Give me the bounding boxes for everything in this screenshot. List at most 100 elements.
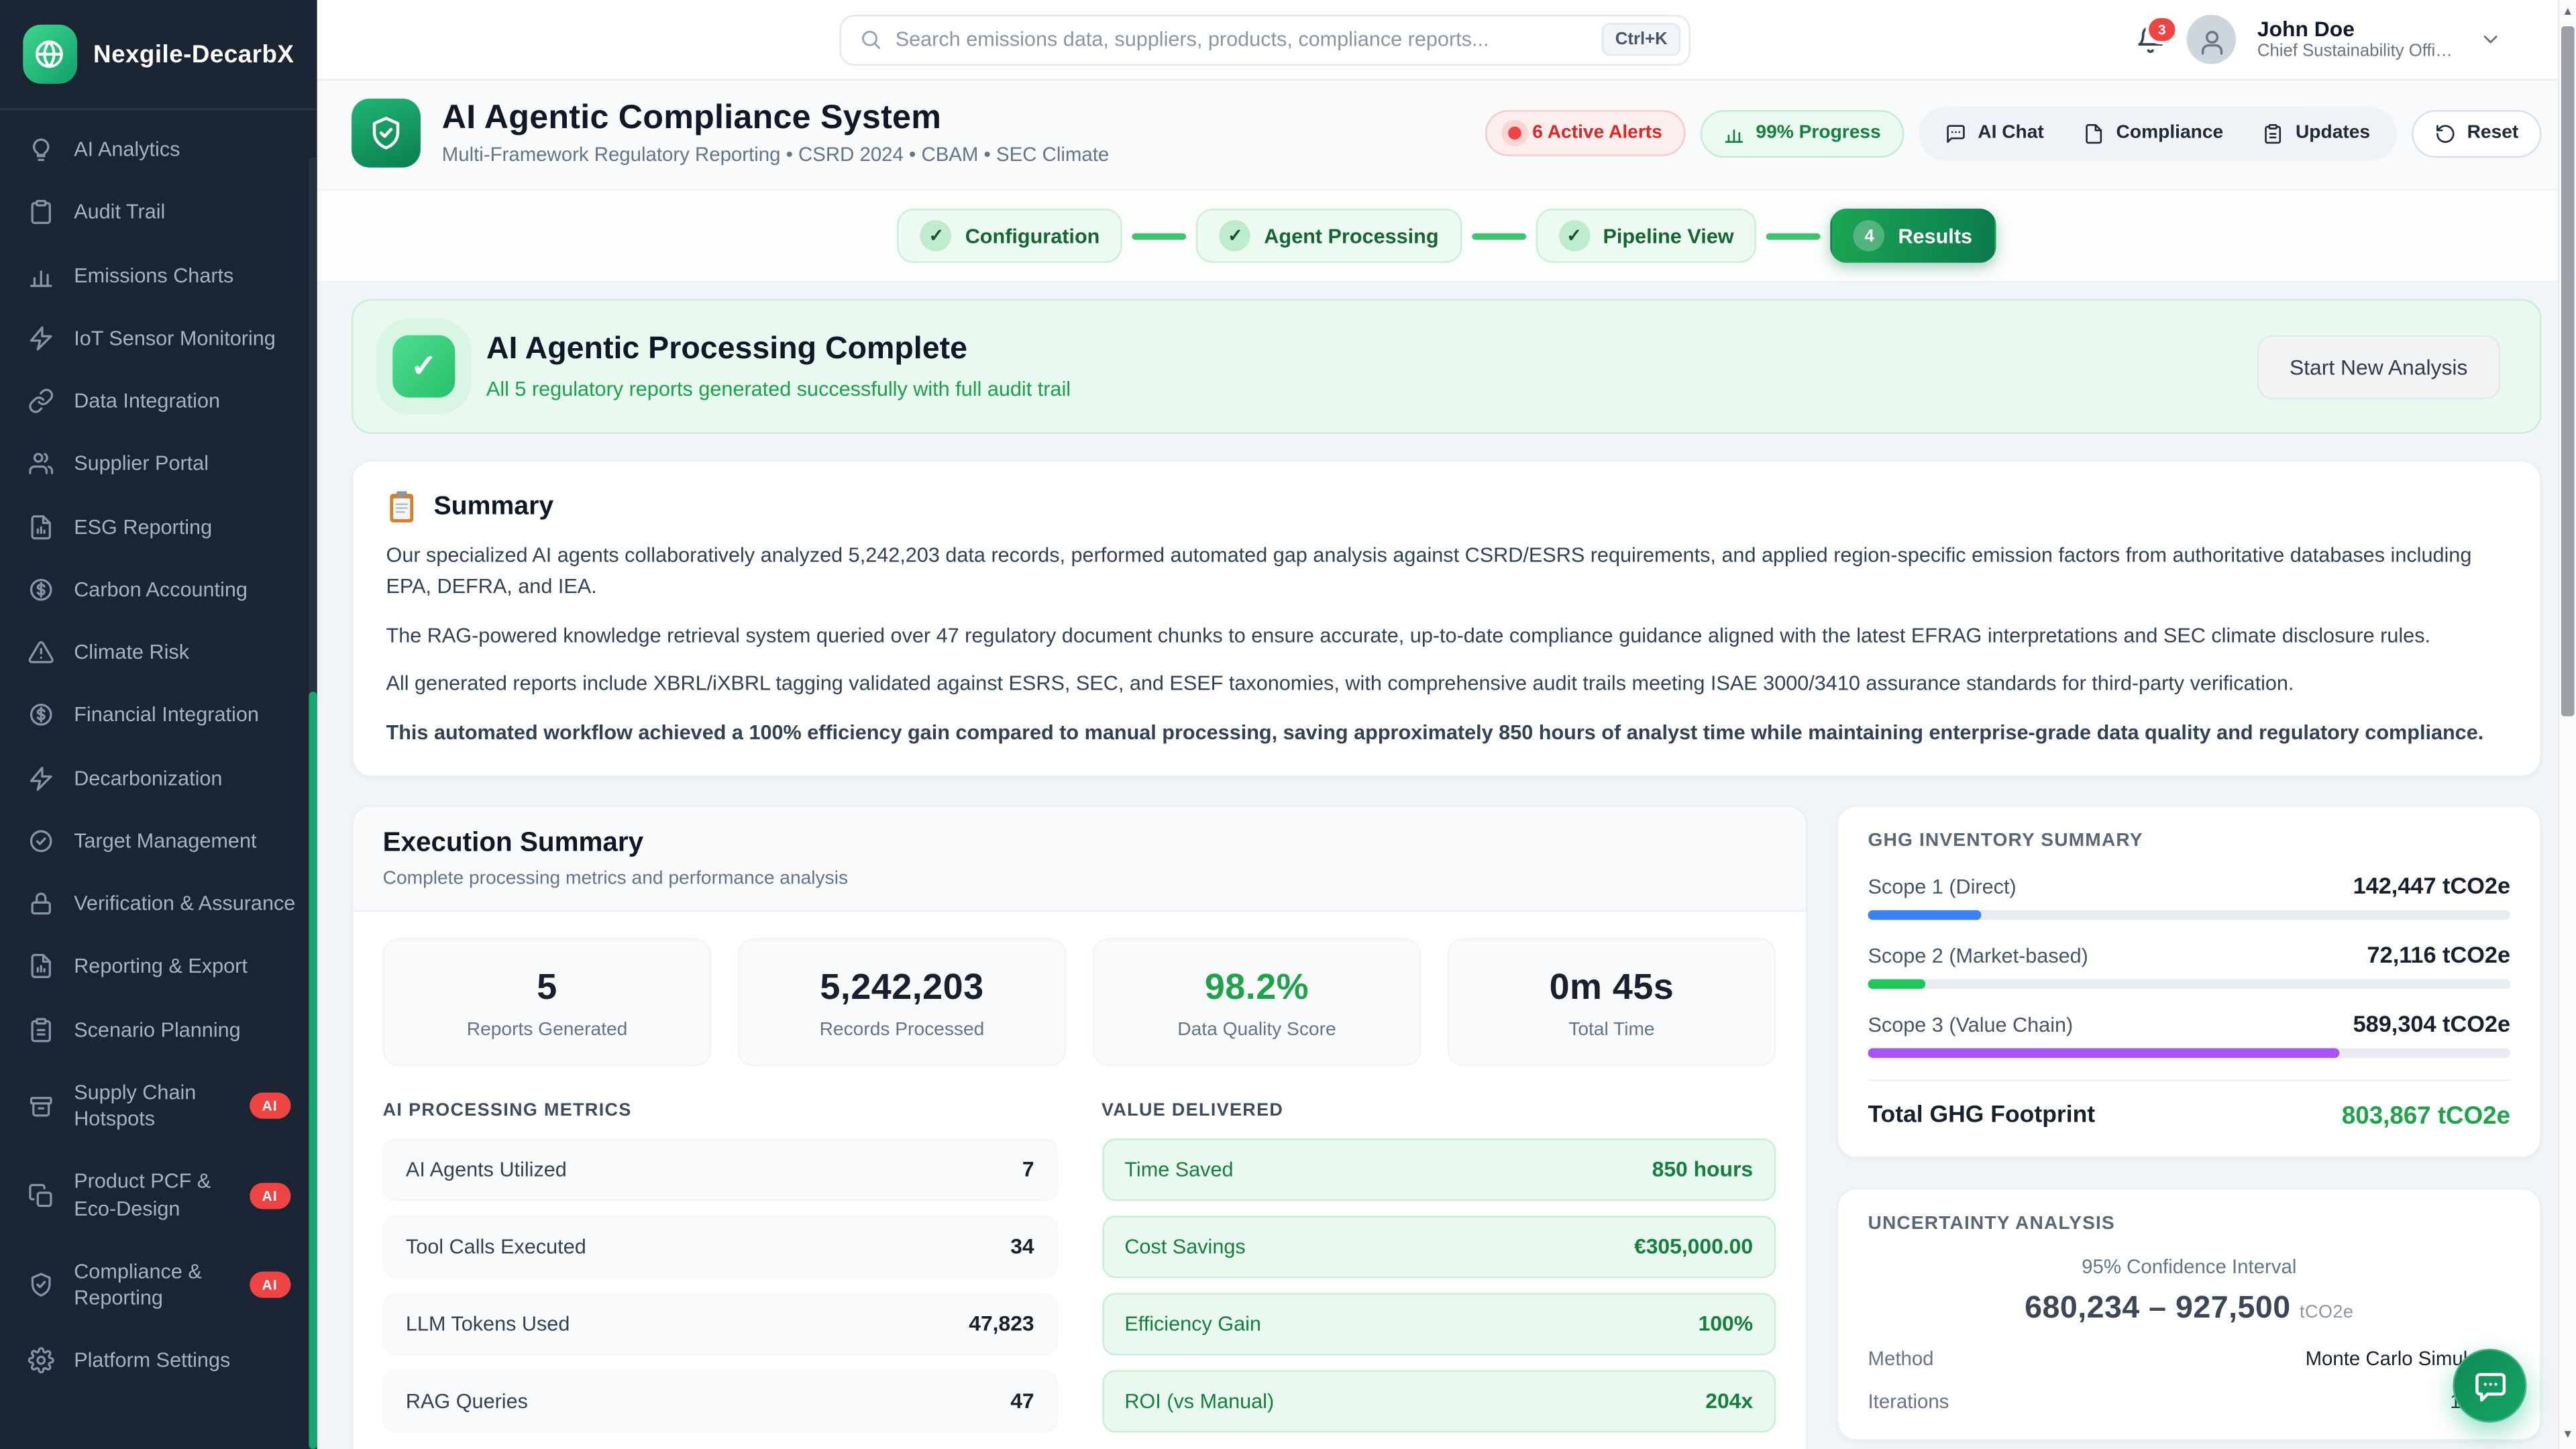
sidebar-item-label: Compliance & Reporting — [74, 1258, 229, 1311]
reset-button[interactable]: Reset — [2411, 109, 2541, 157]
range-value: 680,234 – 927,500 — [2025, 1291, 2290, 1326]
check-icon: ✓ — [392, 335, 455, 398]
sidebar-item-scenario-planning[interactable]: Scenario Planning — [0, 998, 317, 1061]
user-name: John Doe — [2257, 17, 2458, 42]
sidebar-item-esg-reporting[interactable]: ESG Reporting — [0, 495, 317, 558]
scroll-down-arrow-icon[interactable]: ▼ — [2560, 1428, 2576, 1444]
sidebar-item-iot-sensor-monitoring[interactable]: IoT Sensor Monitoring — [0, 307, 317, 370]
step-agent-processing[interactable]: ✓ Agent Processing — [1197, 209, 1462, 263]
dollar-circle-icon — [28, 576, 54, 602]
chat-fab-button[interactable] — [2453, 1349, 2526, 1423]
scope-1-progress-fill — [1868, 910, 1981, 920]
stat-value: 5,242,203 — [749, 966, 1055, 1009]
metric-label: Tool Calls Executed — [406, 1235, 586, 1258]
sidebar-item-audit-trail[interactable]: Audit Trail — [0, 181, 317, 244]
active-alerts-badge[interactable]: 6 Active Alerts — [1485, 110, 1685, 156]
shield-check-icon — [28, 1272, 54, 1298]
scope-label: Scope 3 (Value Chain) — [1868, 1014, 2073, 1036]
uncertainty-analysis-card: UNCERTAINTY ANALYSIS 95% Confidence Inte… — [1837, 1187, 2542, 1440]
lightbulb-icon — [28, 137, 54, 163]
stat-value: 98.2% — [1104, 966, 1410, 1009]
ai-chat-button[interactable]: AI Chat — [1925, 111, 2063, 155]
sidebar-item-supplier-portal[interactable]: Supplier Portal — [0, 433, 317, 496]
value-row: Efficiency Gain 100% — [1102, 1293, 1776, 1355]
users-icon — [28, 451, 54, 477]
updates-button[interactable]: Updates — [2243, 111, 2390, 155]
banner-text: AI Agentic Processing Complete All 5 reg… — [486, 332, 1071, 401]
execution-summary-title: Execution Summary — [383, 828, 1776, 859]
page-header: AI Agentic Compliance System Multi-Frame… — [317, 80, 2576, 191]
sidebar-item-target-management[interactable]: Target Management — [0, 810, 317, 873]
sidebar-scrollbar-thumb[interactable] — [309, 692, 317, 1449]
scope-2-progressbar — [1868, 979, 2510, 989]
clipboard-emoji-icon — [386, 490, 418, 524]
sidebar-item-label: Product PCF & Eco-Design — [74, 1169, 229, 1222]
ai-badge: AI — [249, 1182, 290, 1208]
sidebar-item-emissions-charts[interactable]: Emissions Charts — [0, 244, 317, 307]
banner-title: AI Agentic Processing Complete — [486, 332, 1071, 368]
sidebar-item-label: Data Integration — [74, 388, 301, 415]
sidebar-item-platform-settings[interactable]: Platform Settings — [0, 1330, 317, 1393]
file-chart-icon — [28, 953, 54, 979]
user-info[interactable]: John Doe Chief Sustainability Offic... — [2257, 17, 2458, 62]
brand-row[interactable]: Nexgile-DecarbX — [0, 0, 317, 110]
clipboard-icon — [28, 199, 54, 225]
metric-row: Tool Calls Executed 34 — [383, 1216, 1057, 1278]
value-value: €305,000.00 — [1634, 1234, 1753, 1259]
stat-data-quality-score: 98.2% Data Quality Score — [1093, 938, 1421, 1066]
step-configuration[interactable]: ✓ Configuration — [898, 209, 1122, 263]
step-label: Pipeline View — [1603, 224, 1733, 247]
ghg-inventory-card: GHG INVENTORY SUMMARY Scope 1 (Direct) 1… — [1837, 805, 2542, 1159]
start-new-analysis-button[interactable]: Start New Analysis — [2257, 334, 2500, 398]
sidebar-scrollbar[interactable] — [309, 158, 317, 1449]
avatar[interactable] — [2187, 15, 2236, 64]
confidence-interval-range: 680,234 – 927,500 tCO2e — [1868, 1291, 2510, 1328]
sidebar-item-decarbonization[interactable]: Decarbonization — [0, 747, 317, 810]
nav-label: Updates — [2296, 123, 2370, 143]
sidebar-item-verification-assurance[interactable]: Verification & Assurance — [0, 872, 317, 935]
step-results[interactable]: 4 Results — [1831, 209, 1995, 263]
value-delivered: VALUE DELIVERED Time Saved 850 hours Cos… — [1102, 1101, 1776, 1448]
reset-label: Reset — [2467, 123, 2519, 143]
method-label: Method — [1868, 1347, 1933, 1370]
scope-label: Scope 1 (Direct) — [1868, 875, 2016, 898]
summary-paragraph: Our specialized AI agents collaborativel… — [386, 541, 2508, 604]
value-value: 850 hours — [1652, 1157, 1753, 1182]
scroll-up-arrow-icon[interactable]: ▲ — [2560, 5, 2576, 21]
metric-row: AI Agents Utilized 7 — [383, 1138, 1057, 1201]
progress-badge[interactable]: 99% Progress — [1700, 109, 1904, 157]
metric-row: LLM Tokens Used 47,823 — [383, 1293, 1057, 1355]
metric-label: RAG Queries — [406, 1390, 528, 1413]
page-scrollbar-thumb[interactable] — [2561, 26, 2575, 716]
scope-value: 142,447 tCO2e — [2353, 872, 2510, 898]
header-actions: 6 Active Alerts 99% Progress AI Chat Com… — [1485, 106, 2541, 160]
list-title: AI PROCESSING METRICS — [383, 1101, 1057, 1120]
sidebar-item-ai-analytics[interactable]: AI Analytics — [0, 118, 317, 181]
main-area: Search emissions data, suppliers, produc… — [317, 0, 2576, 1449]
step-label: Configuration — [965, 224, 1100, 247]
stat-value: 5 — [394, 966, 700, 1009]
sidebar-item-carbon-accounting[interactable]: Carbon Accounting — [0, 558, 317, 621]
compliance-button[interactable]: Compliance — [2063, 111, 2243, 155]
search-input[interactable]: Search emissions data, suppliers, produc… — [839, 14, 1690, 65]
scope-3-progress-fill — [1868, 1048, 2339, 1058]
execution-summary-card: Execution Summary Complete processing me… — [352, 805, 1807, 1449]
sidebar-item-supply-chain-hotspots[interactable]: Supply Chain Hotspots AI — [0, 1061, 317, 1150]
metric-row: RAG Queries 47 — [383, 1370, 1057, 1432]
sidebar-item-data-integration[interactable]: Data Integration — [0, 370, 317, 433]
stat-reports-generated: 5 Reports Generated — [383, 938, 712, 1066]
chevron-down-icon[interactable] — [2479, 28, 2502, 51]
sidebar-item-financial-integration[interactable]: Financial Integration — [0, 684, 317, 747]
sidebar-item-reporting-export[interactable]: Reporting & Export — [0, 935, 317, 998]
check-circle-icon — [28, 828, 54, 854]
gear-icon — [28, 1348, 54, 1374]
page-scrollbar[interactable]: ▲ ▼ — [2558, 0, 2576, 1449]
sidebar-item-product-pcf-eco-design[interactable]: Product PCF & Eco-Design AI — [0, 1150, 317, 1240]
sidebar-item-compliance-reporting[interactable]: Compliance & Reporting AI — [0, 1240, 317, 1329]
scope-3-progressbar — [1868, 1048, 2510, 1058]
sidebar-item-label: AI Analytics — [74, 136, 301, 163]
metric-value: 47,823 — [969, 1311, 1034, 1336]
step-pipeline-view[interactable]: ✓ Pipeline View — [1536, 209, 1757, 263]
sidebar-item-climate-risk[interactable]: Climate Risk — [0, 621, 317, 684]
notifications-button[interactable]: 3 — [2136, 25, 2165, 54]
